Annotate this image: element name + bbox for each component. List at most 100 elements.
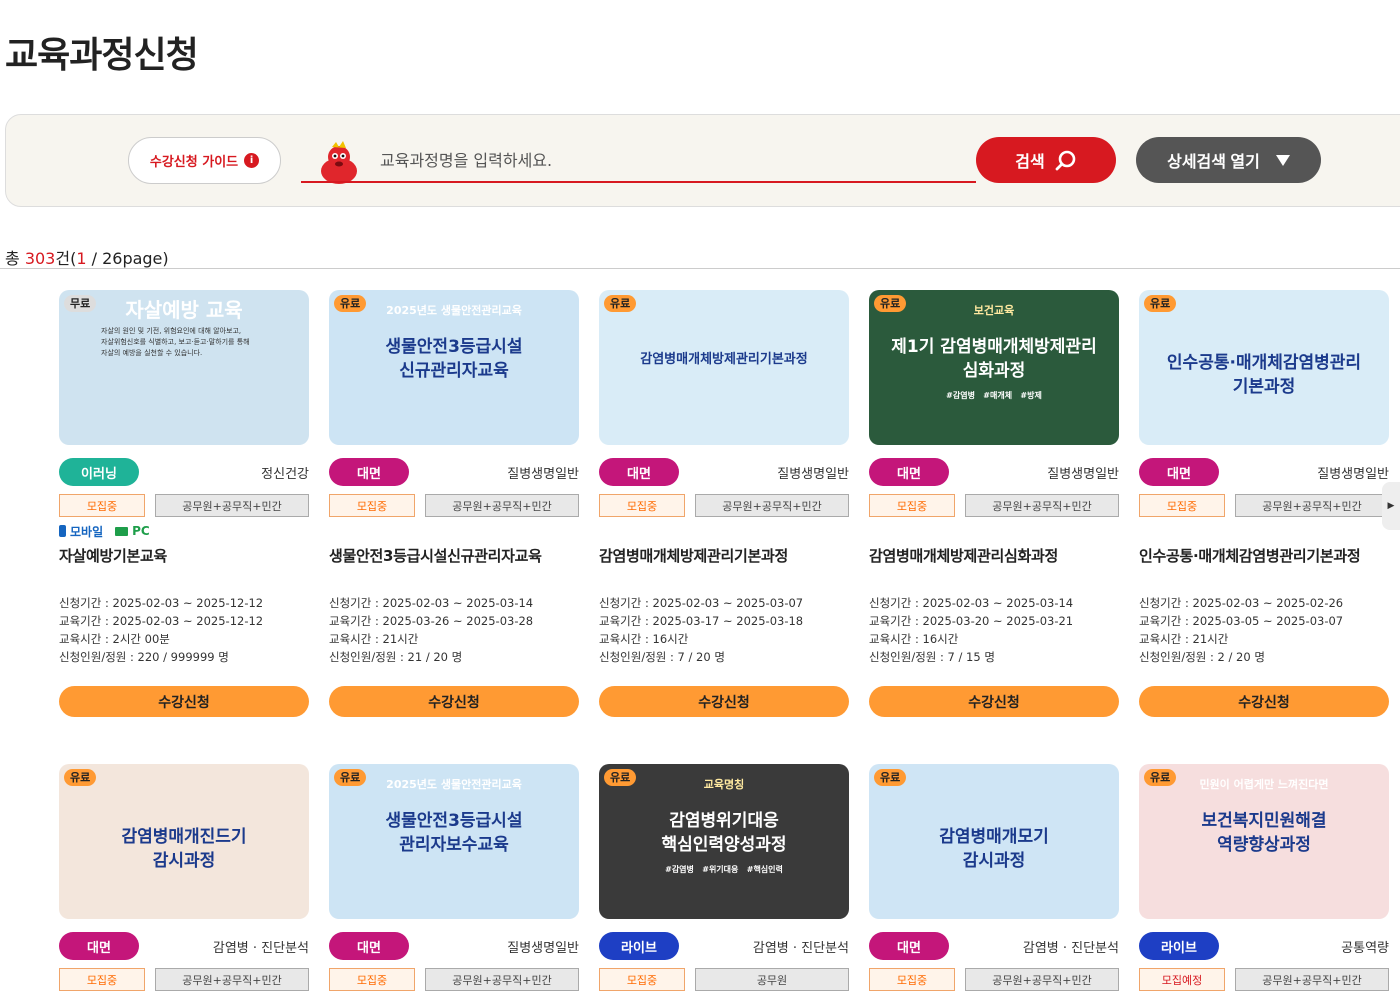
education-time: 교육시간 : 21시간: [329, 630, 579, 648]
course-card: 보건교육 제1기 감염병매개체방제관리 심화과정 #감염병 #매개체 #방제 유료 대…: [869, 290, 1119, 717]
monitor-icon: [115, 526, 129, 536]
course-thumbnail[interactable]: 감염병매개모기감시과정 유료: [869, 764, 1119, 919]
recruit-status-badge: 모집중: [869, 494, 955, 517]
result-prefix: 총: [5, 249, 25, 268]
education-time-value: 16시간: [652, 632, 689, 646]
enrollment-label: 신청인원/정원 :: [1139, 650, 1218, 664]
thumb-subtitle: 심화과정: [962, 361, 1026, 381]
device-support: [1139, 523, 1389, 539]
apply-button[interactable]: 수강신청: [1139, 686, 1389, 717]
thumb-tags: #감염병 #매개체 #방제: [946, 391, 1042, 400]
education-time-value: 21시간: [1192, 632, 1229, 646]
enrollment-label: 신청인원/정원 :: [599, 650, 678, 664]
request-period-value: 2025-02-03 ~ 2025-03-07: [652, 596, 804, 610]
delivery-type-badge: 라이브: [1139, 932, 1219, 960]
course-title[interactable]: 인수공통·매개체감염병관리기본과정: [1139, 545, 1389, 566]
education-period: 교육기간 : 2025-02-03 ~ 2025-12-12: [59, 612, 309, 630]
course-thumbnail[interactable]: 감염병매개진드기 감시과정 유료: [59, 764, 309, 919]
request-period-value: 2025-02-03 ~ 2025-02-26: [1192, 596, 1344, 610]
category-label: 질병생명일반: [507, 466, 579, 482]
page-suffix: / 26page): [86, 249, 169, 268]
detail-search-toggle[interactable]: 상세검색 열기: [1136, 137, 1321, 183]
next-arrow-icon[interactable]: ▶: [1382, 482, 1400, 530]
course-thumbnail[interactable]: 2025년도 생물안전관리교육 생물안전3등급시설 관리자보수교육 유료: [329, 764, 579, 919]
course-thumbnail[interactable]: 감염병매개체방제관리기본과정 유료: [599, 290, 849, 445]
result-count: 총 303건(1 / 26page): [5, 245, 169, 269]
education-time-value: 2시간 00분: [112, 632, 170, 646]
recruit-status-badge: 모집중: [599, 968, 685, 991]
price-badge: 유료: [334, 769, 367, 786]
category-label: 질병생명일반: [777, 466, 849, 482]
request-period: 신청기간 : 2025-02-03 ~ 2025-03-14: [869, 594, 1119, 612]
price-badge: 유료: [874, 769, 907, 786]
thumb-subtitle: 핵심인력양성과정: [661, 835, 787, 855]
course-thumbnail[interactable]: 보건교육 제1기 감염병매개체방제관리 심화과정 #감염병 #매개체 #방제 유료: [869, 290, 1119, 445]
price-badge: 유료: [604, 295, 637, 312]
delivery-type-badge: 대면: [329, 458, 409, 486]
course-thumbnail[interactable]: 민원이 어렵게만 느껴진다면 보건복지민원해결 역량향상과정 유료: [1139, 764, 1389, 919]
delivery-type-badge: 이러닝: [59, 458, 139, 486]
thumb-banner: 민원이 어렵게만 느껴진다면: [1199, 778, 1329, 791]
thumb-subtitle: 신규관리자교육: [399, 361, 509, 381]
thumb-subtitle: 감시과정: [962, 851, 1026, 871]
recruit-status-badge: 모집중: [869, 968, 955, 991]
enrollment-guide-button[interactable]: 수강신청 가이드 i: [128, 137, 281, 184]
info-icon: i: [244, 153, 260, 168]
price-badge: 유료: [874, 295, 907, 312]
device-support: [329, 523, 579, 539]
search-label: 검색: [1015, 154, 1045, 171]
search-button[interactable]: 검색: [976, 137, 1116, 183]
thumb-subtitle: 감시과정: [152, 851, 216, 871]
course-title[interactable]: 감염병매개체방제관리기본과정: [599, 545, 849, 566]
course-card: 인수공통·매개체감염병관리 기본과정 유료 대면 질병생명일반 모집중 공무원+공…: [1139, 290, 1389, 717]
delivery-type-badge: 대면: [869, 932, 949, 960]
education-time: 교육시간 : 16시간: [869, 630, 1119, 648]
target-audience-badge: 공무원+공무직+민간: [965, 494, 1119, 517]
course-info: 신청기간 : 2025-02-03 ~ 2025-02-26 교육기간 : 20…: [1139, 594, 1389, 666]
enrollment-label: 신청인원/정원 :: [59, 650, 138, 664]
price-badge: 유료: [1144, 295, 1177, 312]
education-period-value: 2025-03-17 ~ 2025-03-18: [652, 614, 804, 628]
result-unit: 건(: [55, 249, 77, 268]
target-audience-badge: 공무원+공무직+민간: [155, 494, 309, 517]
recruit-status-badge: 모집중: [59, 494, 145, 517]
apply-button[interactable]: 수강신청: [329, 686, 579, 717]
course-card: 교육명칭 감염병위기대응 핵심인력양성과정 #감염병 #위기대응 #핵심인력 유료 라…: [599, 764, 849, 991]
search-panel: 수강신청 가이드 i 검색 상세검색 열기: [5, 114, 1400, 207]
education-time-label: 교육시간 :: [59, 632, 113, 646]
apply-button[interactable]: 수강신청: [869, 686, 1119, 717]
thumb-tags: #감염병 #위기대응 #핵심인력: [665, 865, 783, 874]
device-support: 모바일 PC: [59, 523, 309, 539]
course-thumbnail[interactable]: 교육명칭 감염병위기대응 핵심인력양성과정 #감염병 #위기대응 #핵심인력 유료: [599, 764, 849, 919]
course-thumbnail[interactable]: 자살예방 교육 자살의 원인 및 기전, 위험요인에 대해 알아보고, 자살위험신호…: [59, 290, 309, 445]
thumb-title: 감염병매개체방제관리기본과정: [640, 352, 808, 367]
request-period-label: 신청기간 :: [329, 596, 383, 610]
enrollment: 신청인원/정원 : 220 / 999999 명: [59, 648, 309, 666]
thumb-banner: 2025년도 생물안전관리교육: [386, 778, 522, 791]
course-info: 신청기간 : 2025-02-03 ~ 2025-03-14 교육기간 : 20…: [869, 594, 1119, 666]
thumb-title: 감염병매개모기: [939, 827, 1049, 847]
request-period-value: 2025-02-03 ~ 2025-03-14: [382, 596, 534, 610]
thumb-title: 생물안전3등급시설: [385, 337, 523, 357]
recruit-status-badge: 모집중: [59, 968, 145, 991]
course-thumbnail[interactable]: 2025년도 생물안전관리교육 생물안전3등급시설 신규관리자교육 유료: [329, 290, 579, 445]
course-title[interactable]: 감염병매개체방제관리심화과정: [869, 545, 1119, 566]
course-title[interactable]: 자살예방기본교육: [59, 545, 309, 566]
enrollment-value: 7 / 15 명: [947, 650, 995, 664]
apply-button[interactable]: 수강신청: [59, 686, 309, 717]
thumb-title: 인수공통·매개체감염병관리: [1166, 353, 1362, 373]
apply-button[interactable]: 수강신청: [599, 686, 849, 717]
course-thumbnail[interactable]: 인수공통·매개체감염병관리 기본과정 유료: [1139, 290, 1389, 445]
search-input[interactable]: [380, 145, 960, 175]
course-title[interactable]: 생물안전3등급시설신규관리자교육: [329, 545, 579, 566]
detail-search-label: 상세검색 열기: [1167, 154, 1260, 171]
thumb-desc-line: 자살의 원인 및 기전, 위험요인에 대해 알아보고,: [101, 327, 242, 335]
education-time-label: 교육시간 :: [869, 632, 923, 646]
target-audience-badge: 공무원+공무직+민간: [1235, 494, 1389, 517]
target-audience-badge: 공무원+공무직+민간: [155, 968, 309, 991]
education-time-label: 교육시간 :: [1139, 632, 1193, 646]
education-time: 교육시간 : 2시간 00분: [59, 630, 309, 648]
course-card: 감염병매개체방제관리기본과정 유료 대면 질병생명일반 모집중 공무원+공무직+…: [599, 290, 849, 717]
education-period: 교육기간 : 2025-03-26 ~ 2025-03-28: [329, 612, 579, 630]
thumb-title: 생물안전3등급시설: [385, 811, 523, 831]
